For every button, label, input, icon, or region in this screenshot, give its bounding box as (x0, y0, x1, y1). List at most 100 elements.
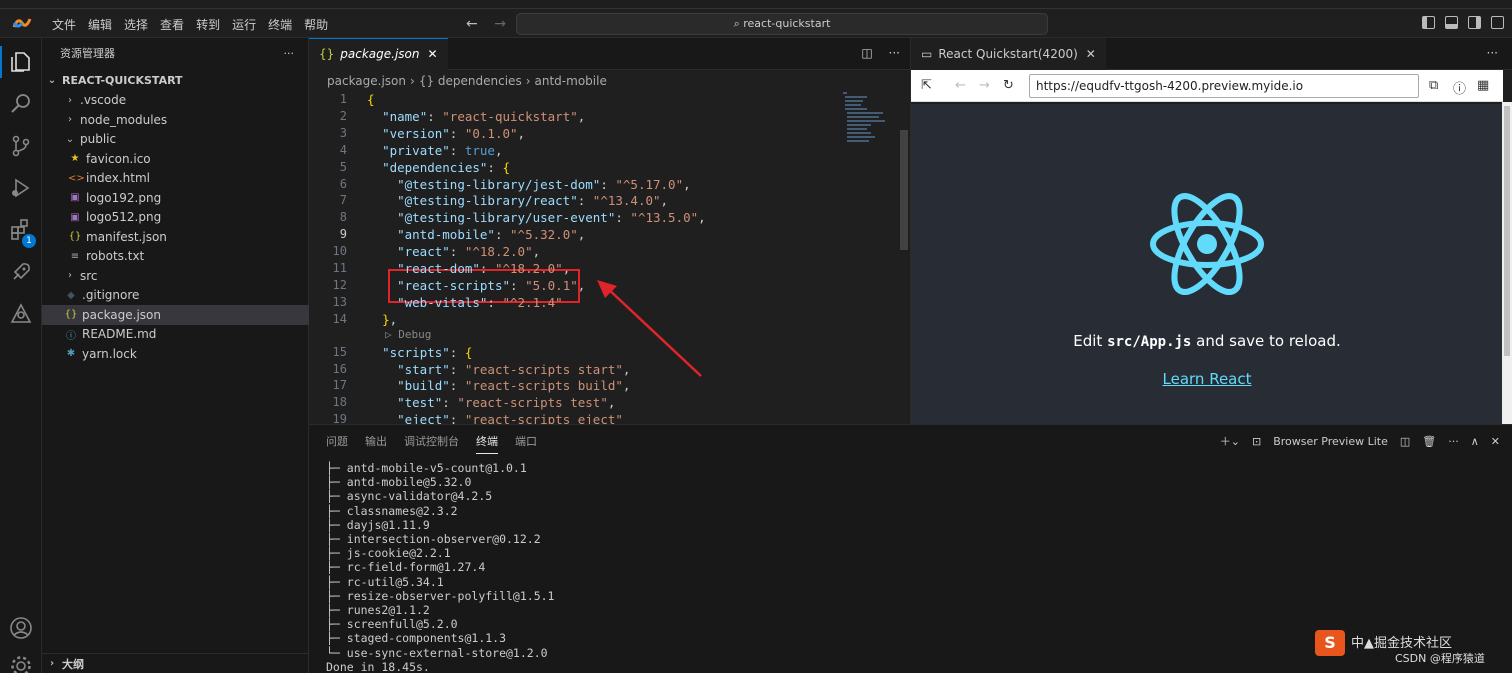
close-panel-icon[interactable]: ✕ (1491, 435, 1500, 448)
code-line: "scripts": { (382, 344, 473, 360)
outline-section[interactable]: › 大纲 (42, 653, 309, 673)
tree-item[interactable]: ≡ robots.txt (42, 246, 309, 266)
search-icon[interactable] (9, 92, 33, 116)
chevron-icon: › (68, 94, 72, 106)
code-line: "react-scripts": "5.0.1", (397, 277, 586, 293)
debug-codelens[interactable]: ▷ Debug (385, 328, 431, 341)
terminal-line: ├─ js-cookie@2.2.1 (326, 546, 451, 561)
open-external-icon[interactable]: ⇱ (921, 78, 932, 93)
menu-item[interactable]: 终端 (262, 16, 298, 33)
manage-icon[interactable] (9, 654, 33, 673)
maximize-panel-icon[interactable]: ∧ (1471, 435, 1479, 448)
panel-tab[interactable]: 输出 (365, 429, 387, 453)
command-center-search[interactable]: ⌕ react-quickstart (516, 13, 1048, 35)
menu-item[interactable]: 转到 (190, 16, 226, 33)
breadcrumb-item[interactable]: package.json (327, 74, 406, 88)
tree-item-label: .gitignore (82, 288, 140, 302)
code-editor[interactable]: 1 {2 "name": "react-quickstart", 3 "versio… (309, 90, 910, 424)
run-debug-icon[interactable] (9, 176, 33, 200)
tree-item[interactable]: ⓘ README.md (42, 324, 309, 344)
menu-item[interactable]: 编辑 (82, 16, 118, 33)
tree-item[interactable]: › src (42, 266, 309, 286)
tree-item[interactable]: ★ favicon.ico (42, 149, 309, 169)
panel-tab[interactable]: 调试控制台 (404, 429, 459, 453)
tree-item[interactable]: ⌄ public (42, 129, 309, 149)
close-icon[interactable]: ✕ (428, 47, 438, 61)
forward-icon[interactable]: → (979, 78, 990, 93)
code-line: "@testing-library/jest-dom": "^5.17.0", (397, 176, 691, 192)
code-line: "react-dom": "^18.2.0", (397, 261, 571, 276)
back-arrow-icon[interactable]: ← (466, 16, 478, 32)
more-actions-icon[interactable]: ··· (284, 47, 295, 60)
watermark-line2: CSDN @程序猿道 (1395, 652, 1485, 665)
tree-item[interactable]: {} manifest.json (42, 227, 309, 247)
customize-layout-icon[interactable] (1491, 16, 1504, 29)
line-number: 13 (332, 294, 347, 309)
explorer-icon[interactable] (9, 50, 33, 74)
split-terminal-icon[interactable]: ◫ (1400, 435, 1410, 448)
more-actions-icon[interactable]: ··· (1448, 435, 1459, 448)
edit-suffix: and save to reload. (1191, 332, 1341, 350)
toggle-secondary-sidebar-icon[interactable] (1468, 16, 1481, 29)
copy-icon[interactable]: ⧉ (1429, 78, 1438, 93)
close-icon[interactable]: ✕ (1086, 47, 1096, 61)
tree-item-label: favicon.ico (86, 151, 151, 166)
toggle-primary-sidebar-icon[interactable] (1422, 16, 1435, 29)
minimap[interactable] (841, 90, 901, 150)
tab-react-quickstart[interactable]: ▭ React Quickstart(4200) ✕ (911, 37, 1106, 70)
more-actions-icon[interactable]: ··· (889, 46, 900, 60)
breadcrumb-item[interactable]: antd-mobile (535, 74, 607, 88)
help-icon[interactable]: ⓘ (1453, 78, 1466, 97)
preview-scrollbar[interactable] (1502, 102, 1512, 424)
menu-item[interactable]: 选择 (118, 16, 154, 33)
terminal-line: Done in 18.45s. (326, 659, 430, 673)
breadcrumb-item[interactable]: {} dependencies (419, 74, 522, 88)
menu-bar: 文件 编辑 选择 查看 转到 运行 终端 帮助 (46, 9, 334, 39)
editor-scrollbar[interactable] (900, 130, 908, 250)
tree-item[interactable]: › node_modules (42, 110, 309, 130)
tab-package-json[interactable]: {} package.json ✕ (309, 37, 448, 70)
reload-icon[interactable]: ↻ (1003, 78, 1014, 93)
line-number: 12 (332, 277, 347, 292)
more-actions-icon[interactable]: ··· (1487, 46, 1498, 60)
menu-item[interactable]: 文件 (46, 16, 82, 33)
tree-item[interactable]: ▣ logo192.png (42, 188, 309, 208)
split-editor-icon[interactable]: ◫ (861, 46, 872, 60)
qr-code-icon[interactable]: ▦ (1477, 78, 1489, 93)
panel-tab[interactable]: 问题 (326, 429, 348, 453)
learn-react-link[interactable]: Learn React (911, 370, 1503, 388)
forward-arrow-icon[interactable]: → (494, 16, 506, 32)
terminal-name[interactable]: Browser Preview Lite (1273, 435, 1388, 448)
new-terminal-icon[interactable]: ＋⌄ (1220, 433, 1240, 449)
tree-item[interactable]: {} package.json (42, 304, 309, 325)
remote-icon[interactable] (9, 260, 33, 284)
accounts-icon[interactable] (9, 616, 33, 640)
tree-item[interactable]: ▣ logo512.png (42, 207, 309, 227)
share-icon[interactable] (9, 302, 33, 326)
tree-item[interactable]: › .vscode (42, 90, 309, 110)
panel-tab[interactable]: 端口 (515, 429, 537, 453)
title-bar: 文件 编辑 选择 查看 转到 运行 终端 帮助 ← → ⌕ react-quickstart (0, 8, 1512, 38)
line-number: 18 (332, 395, 347, 410)
tree-item[interactable]: <> index.html (42, 168, 309, 188)
source-control-icon[interactable] (9, 134, 33, 158)
terminal-output[interactable]: ├─ antd-mobile-v5-count@1.0.1 ├─ antd-mob… (326, 461, 554, 673)
vscode-window: 文件 编辑 选择 查看 转到 运行 终端 帮助 ← → ⌕ react-quickstart … (0, 0, 1512, 673)
menu-item[interactable]: 运行 (226, 16, 262, 33)
panel-tab[interactable]: 终端 (476, 429, 498, 454)
tree-item[interactable]: ✱ yarn.lock (42, 344, 309, 364)
trash-icon[interactable]: 🗑 (1422, 435, 1436, 448)
back-icon[interactable]: ← (955, 78, 966, 93)
tree-item[interactable]: ◆ .gitignore (42, 285, 309, 305)
url-input[interactable]: https://equdfv-ttgosh-4200.preview.myide… (1029, 74, 1419, 98)
extensions-badge: 1 (22, 234, 36, 248)
preview-scroll-thumb[interactable] (1504, 106, 1510, 356)
code-line: "web-vitals": "^2.1.4" (397, 294, 563, 310)
edit-prefix: Edit (1073, 332, 1108, 350)
workspace-root[interactable]: ⌄ REACT-QUICKSTART (42, 70, 309, 90)
menu-item[interactable]: 查看 (154, 16, 190, 33)
editor-actions: ◫ ··· (861, 46, 900, 60)
explorer-header: 资源管理器 ··· (42, 38, 308, 68)
menu-item[interactable]: 帮助 (298, 16, 334, 33)
toggle-panel-icon[interactable] (1445, 16, 1458, 29)
